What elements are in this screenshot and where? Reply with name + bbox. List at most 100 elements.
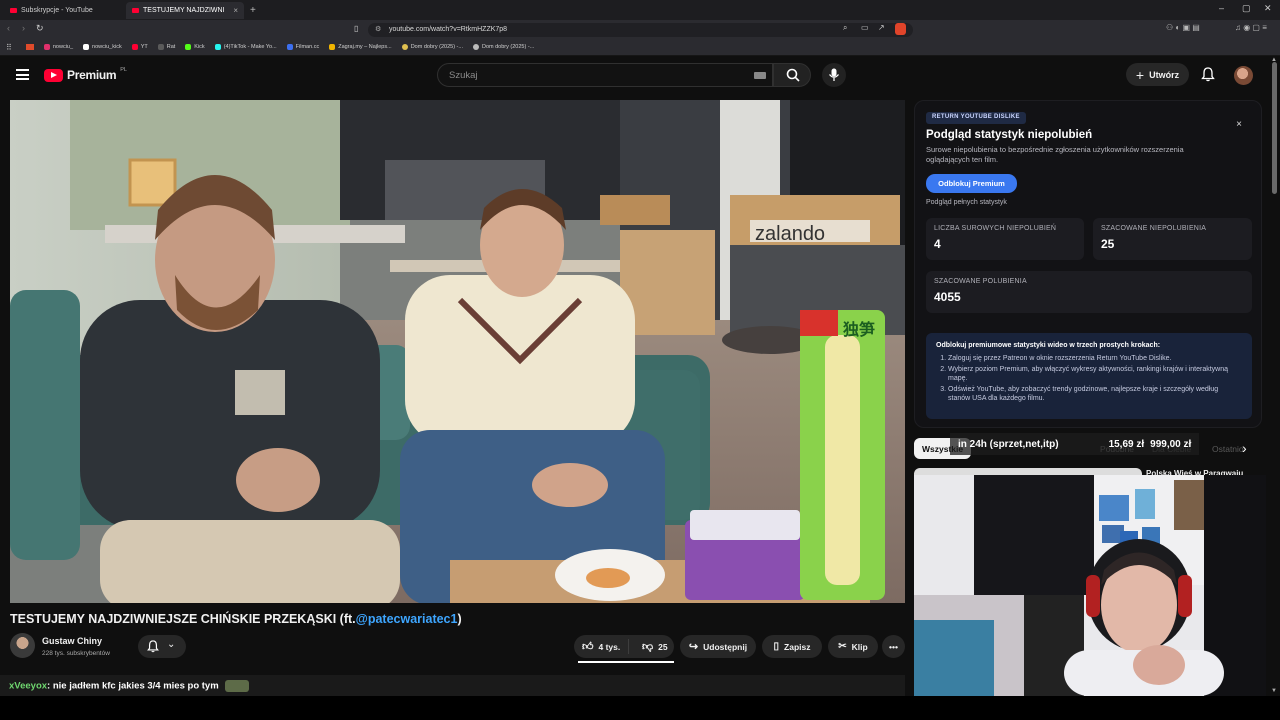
package-print: 独笋 [843, 320, 875, 339]
youtube-logo[interactable]: Premium PL [44, 67, 127, 82]
notifications-bell-icon[interactable] [1201, 67, 1215, 82]
streamer-webcam [914, 475, 1266, 696]
user-avatar[interactable] [1234, 66, 1253, 85]
create-button[interactable]: + Utwórz [1126, 63, 1189, 86]
back-icon[interactable]: ‹ [7, 23, 10, 33]
chat-username: xVeeyox [9, 680, 48, 692]
share-icon: ↪ [688, 641, 699, 653]
scroll-up-icon[interactable]: ▲ [1271, 57, 1277, 63]
stat-estimated-likes: SZACOWANE POLUBIENIA 4055 [926, 271, 1252, 313]
reload-icon[interactable]: ↻ [36, 23, 44, 34]
unlock-premium-button[interactable]: Odblokuj Premium [926, 174, 1017, 193]
save-label: Zapisz [784, 641, 811, 652]
globe-icon [401, 44, 408, 50]
bookmark-item[interactable]: nowciu_kick [83, 44, 122, 50]
ryd-badge: RETURN YOUTUBE DISLIKE [926, 112, 1026, 124]
extensions-icon[interactable]: ⚇ ◐ ▣ ▤ [1166, 23, 1200, 32]
webcam-frame [914, 475, 1266, 696]
maximize-icon[interactable]: ▢ [1242, 3, 1251, 14]
channel-avatar[interactable] [10, 633, 35, 658]
plus-icon: + [1135, 66, 1145, 83]
zoom-icon[interactable]: ⌕ [843, 23, 847, 33]
hamburger-menu-icon[interactable] [16, 69, 29, 80]
screenshot-icon[interactable]: ▭ [861, 23, 869, 32]
share-label: Udostępnij [703, 641, 748, 652]
title-end: ) [457, 612, 462, 626]
site-info-icon[interactable]: ⚙ [375, 25, 381, 33]
globe-icon [472, 44, 479, 50]
dislike-button[interactable]: 👎︎ 25 [634, 640, 668, 653]
new-tab-icon[interactable]: + [250, 5, 256, 16]
bookmark-page-icon[interactable]: ▯ [354, 24, 358, 33]
scroll-down-icon[interactable]: ▼ [1271, 688, 1277, 694]
chevron-down-icon: ⌄ [167, 639, 176, 650]
full-stats-link[interactable]: Podgląd pełnych statystyk [926, 199, 1007, 206]
minimize-icon[interactable]: – [1219, 3, 1224, 13]
channel-name[interactable]: Gustaw Chiny [42, 636, 102, 646]
tab-label: Subskrypcje - YouTube [21, 7, 93, 14]
ryd-description: Surowe niepolubienia to bezpośrednie zgł… [926, 145, 1184, 164]
keyboard-icon[interactable] [754, 72, 766, 79]
title-mention-link[interactable]: @patecwariatec1 [356, 612, 458, 626]
search-button[interactable] [773, 63, 811, 87]
thumbs-up-icon: 👍︎ [582, 641, 594, 653]
bookmark-flag-icon[interactable] [25, 44, 34, 50]
like-count: 4 tys. [598, 641, 621, 652]
stat-value: 4 [934, 237, 941, 251]
bookmark-item[interactable]: (4)TikTok - Make Yo... [214, 44, 277, 50]
voice-search-button[interactable] [822, 63, 846, 87]
stat-raw-dislikes: LICZBA SUROWYCH NIEPOLUBIEŃ 4 [926, 218, 1084, 260]
info-steps: Zaloguj się przez Patreon w oknie rozsze… [936, 354, 1242, 403]
bookmark-item[interactable]: YT [131, 44, 148, 50]
bookmark-item[interactable]: nowciu_ [43, 44, 73, 50]
box-print: zalando [755, 223, 825, 245]
save-button[interactable]: ▯ Zapisz [762, 635, 822, 658]
video-player[interactable]: zalando 独笋 [10, 100, 905, 603]
forward-icon[interactable]: › [22, 23, 25, 33]
logo-region: PL [120, 67, 127, 73]
bookmark-item[interactable]: Filman.cc [286, 44, 319, 50]
browser-tab-bar: Subskrypcje - YouTube TESTUJEMY NAJDZIWN… [0, 0, 1280, 20]
x-icon [83, 44, 90, 50]
video-frame: zalando 独笋 [10, 100, 905, 603]
bookmark-item[interactable]: Rat [157, 44, 175, 50]
search-input[interactable]: Szukaj [437, 63, 773, 87]
logo-text: Premium [67, 68, 117, 82]
create-label: Utwórz [1149, 69, 1180, 80]
brave-shield-icon[interactable] [895, 23, 906, 35]
share-button[interactable]: ↪ Udostępnij [680, 635, 756, 658]
chat-overlay-message: xVeeyox: nie jadłem kfc jakies 3/4 mies … [0, 675, 905, 696]
info-heading: Odblokuj premiumowe statystyki wideo w t… [936, 342, 1161, 349]
browser-menu-icon[interactable]: ♫ ◉ ▢ ≡ [1235, 23, 1267, 32]
bookmark-item[interactable]: Dom dobry (2025) -... [401, 44, 463, 50]
bookmark-item[interactable]: Dom dobry (2025) -... [472, 44, 534, 50]
close-icon[interactable]: × [1236, 119, 1242, 130]
donation-goal: 999,00 zł [1150, 438, 1192, 450]
stream-bottom-strip [0, 696, 1280, 720]
more-horizontal-icon: ••• [889, 641, 898, 652]
tiktok-icon [214, 44, 221, 50]
bookmark-item[interactable]: Zagraj.my – Najleps... [329, 44, 392, 50]
bookmark-item[interactable]: Kick [185, 44, 205, 50]
more-actions-button[interactable]: ••• [882, 635, 905, 658]
stat-value: 25 [1101, 237, 1115, 251]
close-tab-icon[interactable]: × [233, 6, 238, 15]
share-page-icon[interactable]: ↗ [878, 23, 885, 32]
chevron-right-icon[interactable]: › [1242, 440, 1247, 456]
instagram-icon [43, 44, 50, 50]
clip-button[interactable]: ✂ Klip [828, 635, 878, 658]
stat-label: LICZBA SUROWYCH NIEPOLUBIEŃ [934, 225, 1057, 232]
address-field[interactable]: ⚙ youtube.com/watch?v=RtkmHZZK7p8 [368, 23, 913, 37]
subscription-bell-button[interactable]: ⌄ [138, 635, 186, 658]
tab-subscriptions[interactable]: Subskrypcje - YouTube [4, 2, 122, 19]
tab-current-video[interactable]: TESTUJEMY NAJDZIWNIEJSZE × [126, 2, 244, 19]
info-step: Zaloguj się przez Patreon w oknie rozsze… [948, 354, 1242, 363]
close-window-icon[interactable]: ✕ [1264, 3, 1272, 14]
like-button[interactable]: 👍︎ 4 tys. [574, 639, 629, 654]
emote-icon [225, 680, 250, 692]
stat-estimated-dislikes: SZACOWANE NIEPOLUBIENIA 25 [1093, 218, 1252, 260]
apps-grid-icon[interactable]: ⠿ [6, 43, 12, 52]
stat-value: 4055 [934, 290, 961, 304]
filman-icon [286, 44, 293, 50]
page-scrollbar[interactable] [1272, 62, 1277, 194]
